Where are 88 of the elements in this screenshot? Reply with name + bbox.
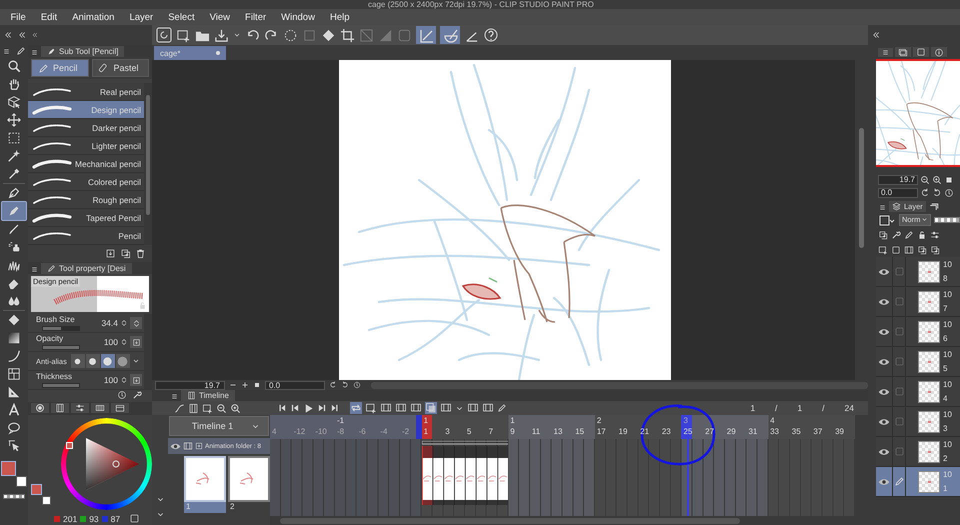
layer-row[interactable]: 10 4 xyxy=(876,377,960,407)
menu-item[interactable]: Animation xyxy=(64,12,122,22)
frame-number: 15 xyxy=(575,426,584,437)
layer-opacity: 10 xyxy=(943,260,952,269)
frame-number: -8 xyxy=(336,426,344,437)
frame-number: 37 xyxy=(813,426,822,437)
menu-item[interactable]: Select xyxy=(160,12,202,22)
frame-counter-text: / xyxy=(775,403,778,413)
frame-number: 11 xyxy=(532,426,540,437)
layer-opacity: 10 xyxy=(943,320,952,329)
frame-number: 1 xyxy=(424,426,428,437)
second-number: 2 xyxy=(596,415,602,426)
layer-name: 2 xyxy=(943,454,948,463)
frame-number: 25 xyxy=(683,426,692,437)
frame-number: 19 xyxy=(618,426,628,437)
layer-row[interactable]: 10 2 xyxy=(876,437,960,467)
layer-opacity: 10 xyxy=(943,290,952,299)
setting-value[interactable]: 100 xyxy=(96,337,118,348)
second-number: 1 xyxy=(510,415,516,426)
frame-number: 13 xyxy=(554,426,562,437)
frame-number: 39 xyxy=(835,426,844,437)
layer-row[interactable]: 10 6 xyxy=(876,317,960,347)
frame-number: -4 xyxy=(380,426,388,437)
zoom-field[interactable]: 19.7 xyxy=(155,380,225,390)
setting-value[interactable]: 34.4 xyxy=(96,318,118,328)
setting-label: Thickness xyxy=(36,372,74,382)
timeline-dropdown[interactable]: Timeline 1 xyxy=(169,416,269,436)
frame-counter-text: / xyxy=(822,403,825,413)
second-number: 1 xyxy=(424,415,430,426)
frame-counter-text: 1 xyxy=(797,403,802,413)
frame-number: 35 xyxy=(792,426,801,437)
menu-item[interactable]: Filter xyxy=(238,12,274,22)
zoom-slider-field[interactable]: 19.7 xyxy=(878,174,918,185)
layer-row[interactable]: 10 3 xyxy=(876,407,960,437)
angle-slider-field[interactable]: 0.0 xyxy=(878,188,918,198)
second-number: 4 xyxy=(770,415,776,426)
frame-number: 23 xyxy=(662,426,671,437)
frame-number: 17 xyxy=(596,426,606,437)
window-title: cage (2500 x 2400px 72dpi 19.7%) - CLIP STUDIO PAINT PRO xyxy=(368,0,594,9)
panel-tab[interactable]: Tool property [Desi xyxy=(41,262,132,274)
thumbnail-label: 1 xyxy=(184,502,226,513)
layer-name: 4 xyxy=(943,394,948,403)
channel-value: 87 xyxy=(110,514,120,524)
layer-name: 3 xyxy=(943,424,948,433)
panel-tab[interactable]: Sub Tool [Pencil] xyxy=(41,46,124,57)
frame-number: 3 xyxy=(445,426,450,437)
menu-item[interactable]: File xyxy=(3,12,34,22)
setting-label: Opacity xyxy=(36,334,64,344)
layer-opacity: 10 xyxy=(943,470,952,479)
channel-value: 93 xyxy=(89,514,99,524)
layer-row[interactable]: 10 8 xyxy=(876,257,960,287)
frame-number: -12 xyxy=(294,426,306,437)
frame-number: 5 xyxy=(466,426,472,437)
frame-number: -10 xyxy=(315,426,327,437)
frame-number: 9 xyxy=(510,426,515,437)
frame-counter-text: 1 xyxy=(750,403,756,413)
setting-label: Brush Size xyxy=(36,315,76,324)
frame-counter-text: 24 xyxy=(844,403,854,413)
layer-row[interactable]: 10 7 xyxy=(876,287,960,317)
menu-item[interactable]: Window xyxy=(274,12,322,22)
layer-opacity: 10 xyxy=(943,410,952,419)
frame-number: 4 xyxy=(272,426,276,437)
sub-tool-group-tab[interactable]: Pastel xyxy=(92,59,149,77)
layer-opacity: 10 xyxy=(943,440,952,449)
second-number: 3 xyxy=(683,415,689,426)
frame-number: 29 xyxy=(726,426,736,437)
frame-number: 31 xyxy=(748,426,758,437)
layer-name: 1 xyxy=(943,484,948,493)
channel-value: 201 xyxy=(63,514,78,524)
frame-number: 33 xyxy=(770,426,779,437)
menu-item[interactable]: Edit xyxy=(33,12,65,22)
frame-number: 7 xyxy=(488,426,494,437)
second-number: -1 xyxy=(336,415,346,426)
layer-name: 8 xyxy=(943,274,948,283)
menu-item[interactable]: View xyxy=(202,12,238,22)
layer-name: 5 xyxy=(943,364,948,373)
menu-item[interactable]: Help xyxy=(322,12,357,22)
layer-row[interactable]: 10 5 xyxy=(876,347,960,377)
panel-tab[interactable]: Timeline xyxy=(181,390,235,401)
frame-number: -2 xyxy=(402,426,410,437)
angle-field[interactable]: 0.0 xyxy=(265,380,325,390)
layer-opacity: 10 xyxy=(943,380,952,389)
layer-name: 6 xyxy=(943,334,948,343)
layer-name: 7 xyxy=(943,304,948,313)
frame-number: -6 xyxy=(358,426,366,437)
setting-value[interactable]: 100 xyxy=(96,375,118,386)
menu-item[interactable]: Layer xyxy=(122,12,161,22)
layer-opacity: 10 xyxy=(943,350,952,359)
